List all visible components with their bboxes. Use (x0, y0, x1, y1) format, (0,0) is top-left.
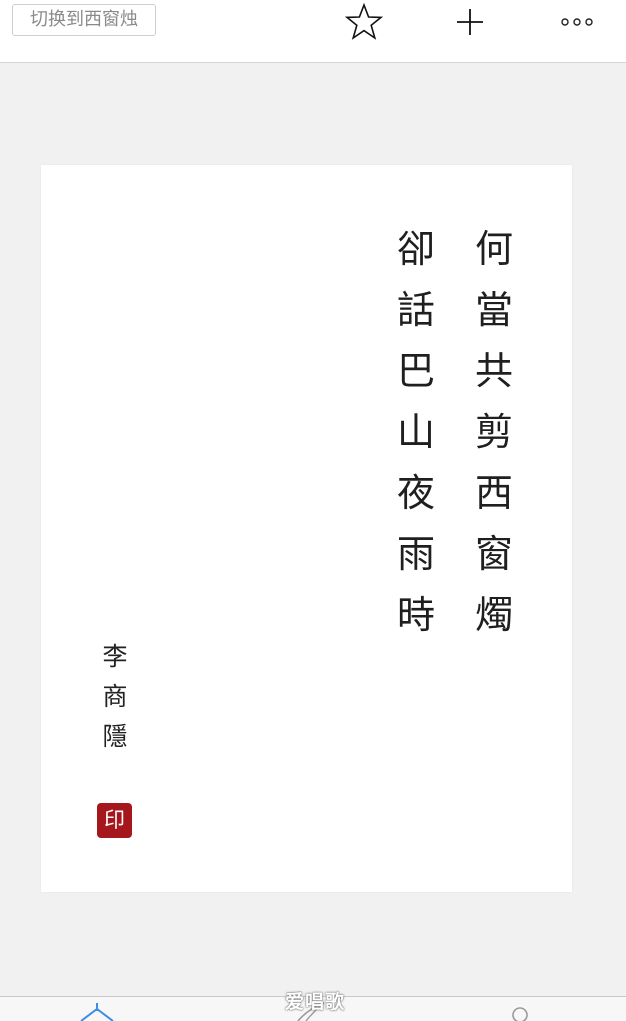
switch-to-xichuangzhu-button[interactable]: 切换到西窗烛 (12, 4, 156, 36)
poem-char: 燭 (474, 593, 513, 637)
poem-char: 卻 (396, 227, 435, 271)
plus-icon[interactable] (448, 2, 492, 42)
poem-char: 共 (474, 349, 513, 393)
poem-char: 山 (396, 410, 435, 454)
author-char: 李 (102, 642, 128, 671)
author-char: 商 (102, 682, 128, 711)
author-char: 隱 (102, 722, 128, 751)
user-icon (512, 1007, 528, 1021)
profile-tab[interactable] (490, 997, 550, 1021)
seal-stamp: 印 (97, 803, 132, 838)
poem-char: 雨 (396, 532, 435, 576)
top-toolbar: 切换到西窗烛 (0, 0, 626, 63)
poem-char: 何 (474, 227, 513, 271)
home-icon (80, 1003, 114, 1021)
author-name: 李 商 隱 (93, 637, 137, 757)
poem-card: 何 當 共 剪 西 窗 燭 卻 話 巴 山 夜 雨 時 李 商 隱 印 (41, 165, 572, 892)
more-icon[interactable] (555, 2, 599, 42)
poem-char: 西 (474, 471, 513, 515)
star-icon[interactable] (342, 2, 386, 42)
poem-char: 巴 (396, 349, 435, 393)
poem-char: 話 (396, 288, 435, 332)
home-tab[interactable] (67, 997, 127, 1021)
poem-char: 時 (396, 593, 435, 637)
poem-column-2: 卻 話 巴 山 夜 雨 時 (394, 219, 438, 646)
poem-char: 夜 (396, 471, 435, 515)
watermark-text: 爱唱歌 (284, 991, 345, 1013)
poem-char: 窗 (474, 532, 513, 576)
poem-column-1: 何 當 共 剪 西 窗 燭 (472, 219, 516, 646)
poem-char: 剪 (474, 410, 513, 454)
poem-char: 當 (474, 288, 513, 332)
